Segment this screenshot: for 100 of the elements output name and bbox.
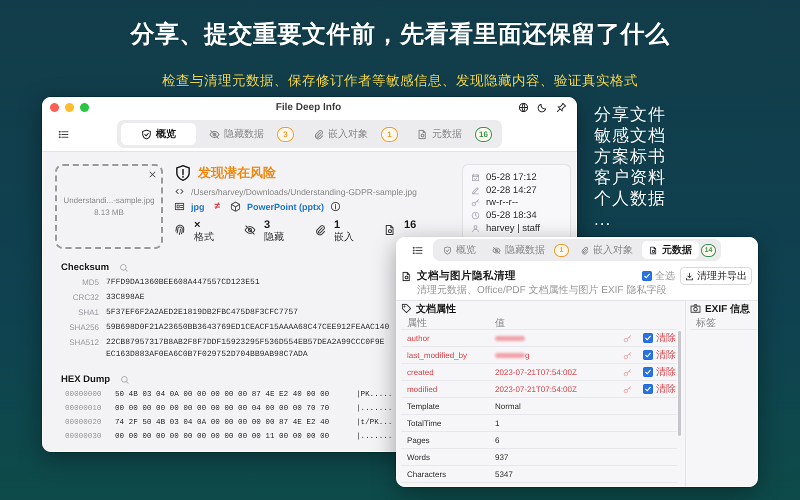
section-title: EXIF 信息 [705, 302, 750, 316]
table-cell-text: Words [406, 452, 431, 462]
checkbox[interactable] [643, 384, 653, 394]
feature-text: 分享文件 [594, 104, 666, 125]
table-cell: 6 [495, 436, 500, 444]
section-title: HEX Dump [61, 374, 110, 385]
stat-value: × [194, 219, 202, 232]
paperclip-icon [580, 246, 589, 254]
key-icon [623, 384, 632, 394]
count-badge: 3 [277, 126, 294, 142]
column-header: 属性 [406, 316, 428, 330]
close-button[interactable] [50, 102, 59, 112]
checkbox-label: 全选 [655, 270, 675, 283]
hash-label: MD5 [81, 277, 99, 289]
clock-icon [471, 211, 480, 220]
export-button[interactable]: 清理并导出 [680, 267, 752, 285]
count-badge: 16 [475, 126, 492, 142]
feature-text: ... [594, 209, 612, 230]
checkbox-label: 清除 [656, 382, 676, 396]
document-icon [417, 128, 428, 140]
download-icon [685, 272, 694, 280]
table-cell: 937 [495, 452, 508, 462]
menu-icon[interactable] [58, 128, 69, 140]
eye-slash-icon [244, 224, 256, 236]
stat-value: 3 [264, 219, 272, 232]
file-name: Understandi...-sample.jpg [63, 196, 155, 205]
tab[interactable]: 隐藏数据 [485, 241, 552, 259]
tab[interactable]: 概览 [436, 241, 483, 259]
window-title: File Deep Info [274, 102, 342, 112]
table-cell-text: author [406, 334, 431, 342]
tag-icon [401, 303, 412, 314]
table-cell-text: Pages [406, 436, 431, 444]
tab[interactable]: 概览 [121, 123, 196, 145]
eye-slash-icon [209, 128, 220, 140]
pencil-icon [471, 186, 480, 195]
hash-value: 59B698D0F21A23650BB3643769ED1CEACF15AAAA68C47CEE912FEAAC140 [106, 322, 390, 334]
menu-icon[interactable] [412, 244, 423, 256]
detected-format[interactable]: PowerPoint (pptx) [247, 202, 324, 212]
info-text: harvey | staff [486, 223, 540, 234]
file-extension[interactable]: jpg [191, 202, 204, 212]
headline: 分享、提交重要文件前，先看看里面还保留了什么 [130, 20, 670, 50]
checkbox[interactable] [642, 271, 652, 281]
close-icon[interactable] [148, 170, 157, 179]
file-path: /Users/harvey/Downloads/Understanding-GDPR-sample.jpg [191, 186, 417, 196]
info-text: rw-r--r-- [486, 197, 518, 208]
table-cell: 1 [495, 418, 500, 428]
panel-title: 文档与图片隐私清理 [417, 269, 516, 283]
info-text: 05-28 17:12 [486, 172, 537, 183]
panel-subtitle: 清理元数据、Office/PDF 文档属性与图片 EXIF 隐私字段 [417, 285, 666, 297]
key-icon [623, 334, 632, 342]
key-icon [623, 368, 632, 376]
scrollbar[interactable] [678, 331, 681, 436]
feature-text: 个人数据 [594, 188, 666, 209]
info-text: 02-28 14:27 [486, 184, 537, 196]
tab[interactable]: 元数据 [407, 123, 472, 145]
hash-label: SHA1 [77, 307, 99, 319]
feature-text: 客户资料 [594, 167, 666, 188]
key-icon [471, 198, 480, 208]
tab[interactable]: 元数据 [642, 241, 699, 259]
section-title: Checksum [61, 262, 110, 273]
feature-text: 方案标书 [594, 146, 666, 167]
checkbox[interactable] [643, 350, 653, 360]
table-cell-text: last_modified_by [406, 350, 468, 360]
shield-check-icon [443, 246, 452, 254]
shield-check-icon [141, 128, 152, 140]
tab[interactable]: 嵌入对象 [303, 123, 378, 145]
tab[interactable]: 嵌入对象 [573, 241, 640, 259]
shield-warning-icon [174, 164, 192, 182]
hash-label: CRC32 [72, 292, 99, 304]
column-header: 值 [494, 316, 506, 330]
checkbox-label: 清除 [656, 332, 676, 345]
tab[interactable]: 隐藏数据 [199, 123, 274, 145]
hash-label: SHA512 [68, 337, 99, 349]
info-text: 05-28 18:34 [486, 210, 537, 222]
stat-label: 格式 [194, 232, 214, 244]
fingerprint-icon [174, 224, 186, 236]
calendar-icon [471, 172, 480, 182]
camera-icon [690, 303, 701, 314]
checkbox-label: 清除 [656, 348, 676, 362]
table-cell: Normal [495, 402, 521, 410]
key-icon [623, 350, 632, 360]
hash-value: 7FFD9DA1360BEE608A447557CD123E51 [106, 277, 260, 289]
cube-icon [230, 201, 241, 212]
checkbox[interactable] [643, 333, 653, 343]
table-cell: 2023-07-21T07:54:00Z [495, 384, 577, 394]
document-icon [384, 224, 396, 236]
code-icon [174, 186, 185, 197]
checkbox-label: 清除 [656, 366, 676, 379]
column-header: 标签 [695, 316, 717, 330]
table-cell-text: Template [406, 402, 440, 410]
paperclip-icon [314, 224, 326, 236]
feature-text: 敏感文档 [594, 125, 666, 146]
hash-value: 5F37EF6F2A2AED2E1819DB2FBC475D8F3CFC7757 [106, 307, 298, 319]
table-cell-text: TotalTime [406, 418, 442, 428]
checkbox[interactable] [643, 367, 653, 377]
moon-icon [537, 102, 548, 112]
hash-value: 22CB87957317B8AB2F8F7DDF15923295F536D554EB57DEA2A99CCC0F9E [106, 337, 384, 349]
card-icon [174, 201, 185, 212]
info-icon [330, 201, 341, 212]
hash-label: SHA256 [68, 322, 99, 334]
